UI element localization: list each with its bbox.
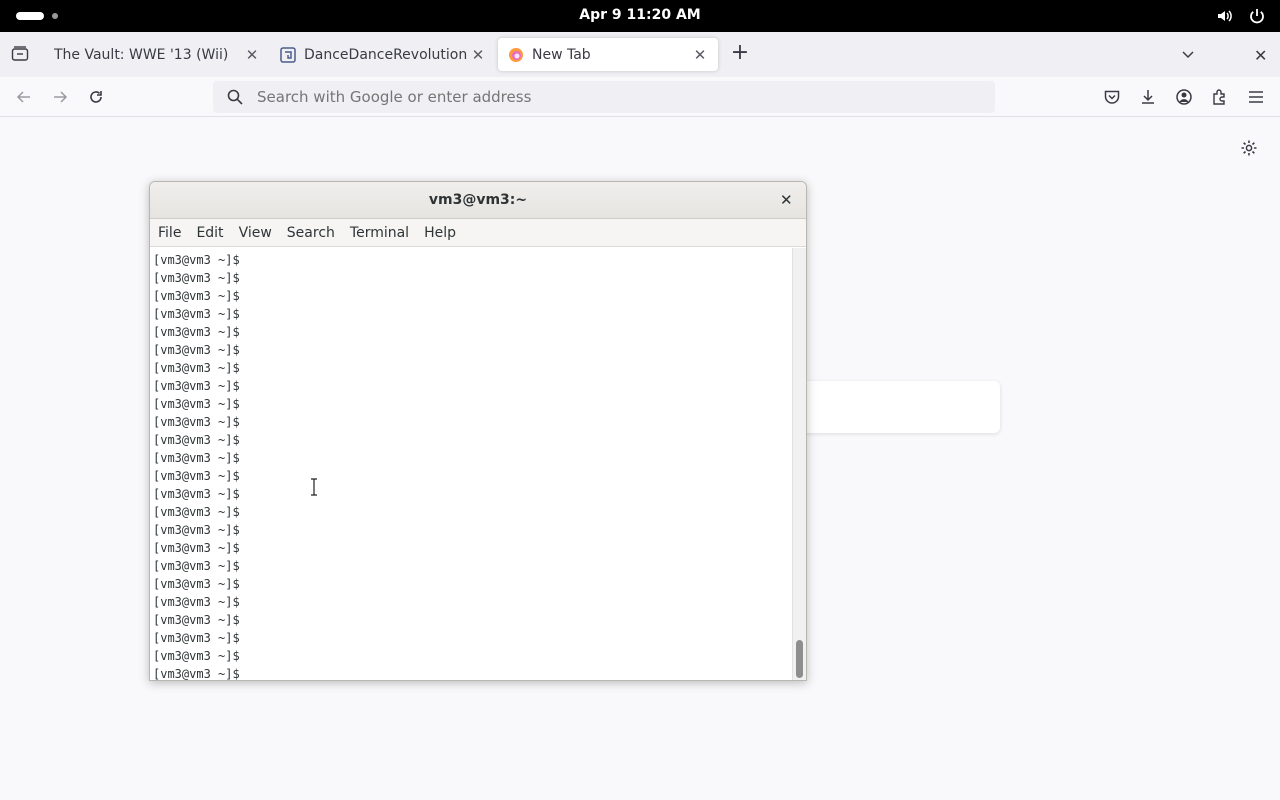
terminal-prompt-line: [vm3@vm3 ~]$ [153, 451, 240, 465]
terminal-output[interactable]: [vm3@vm3 ~]$ [vm3@vm3 ~]$ [vm3@vm3 ~]$ [vm3… [150, 248, 792, 681]
tab-close-icon[interactable]: ✕ [470, 46, 486, 64]
terminal-menubar: File Edit View Search Terminal Help [150, 219, 806, 247]
terminal-prompt-line: [vm3@vm3 ~]$ [153, 523, 240, 537]
address-bar[interactable] [213, 81, 995, 113]
terminal-title: vm3@vm3:~ [428, 192, 528, 208]
system-top-bar: Apr 9 11:20 AM [0, 0, 1280, 32]
tab-vault-wwe13[interactable]: The Vault: WWE '13 (Wii) ✕ [44, 38, 270, 71]
power-icon[interactable] [1248, 7, 1266, 25]
text-cursor-icon [311, 478, 317, 496]
terminal-scrollbar[interactable] [792, 248, 806, 680]
terminal-prompt-line: [vm3@vm3 ~]$ [153, 487, 240, 501]
menu-file[interactable]: File [158, 225, 181, 241]
terminal-prompt-line: [vm3@vm3 ~]$ [153, 361, 240, 375]
volume-icon[interactable] [1216, 7, 1234, 25]
terminal-prompt-line: [vm3@vm3 ~]$ [153, 325, 240, 339]
tab-label: The Vault: WWE '13 (Wii) [54, 46, 229, 63]
list-all-tabs-icon[interactable] [1180, 46, 1196, 62]
terminal-prompt-line: [vm3@vm3 ~]$ [153, 253, 240, 267]
scrollbar-thumb[interactable] [796, 640, 803, 678]
terminal-prompt-line: [vm3@vm3 ~]$ [153, 379, 240, 393]
terminal-prompt-line: [vm3@vm3 ~]$ [153, 343, 240, 357]
forward-arrow-icon[interactable] [51, 88, 69, 106]
menu-hamburger-icon[interactable] [1247, 88, 1265, 106]
newtab-search-box[interactable] [800, 381, 1000, 433]
tab-bar: The Vault: WWE '13 (Wii) ✕ DanceDanceRev… [0, 32, 1280, 77]
clock[interactable]: Apr 9 11:20 AM [0, 7, 1280, 23]
account-icon[interactable] [1175, 88, 1193, 106]
address-input[interactable] [257, 88, 957, 106]
reload-icon[interactable] [87, 88, 105, 106]
tab-label: DanceDanceRevolution II [304, 46, 470, 63]
back-arrow-icon[interactable] [15, 88, 33, 106]
terminal-prompt-line: [vm3@vm3 ~]$ [153, 433, 240, 447]
terminal-close-button[interactable]: ✕ [780, 191, 793, 209]
terminal-window[interactable]: vm3@vm3:~ ✕ File Edit View Search Termin… [149, 181, 807, 681]
menu-terminal[interactable]: Terminal [350, 225, 409, 241]
gear-icon[interactable] [1240, 139, 1258, 157]
terminal-prompt-line: [vm3@vm3 ~]$ [153, 559, 240, 573]
terminal-prompt-line: [vm3@vm3 ~]$ [153, 415, 240, 429]
terminal-prompt-line: [vm3@vm3 ~]$ [153, 469, 240, 483]
terminal-prompt-line: [vm3@vm3 ~]$ [153, 397, 240, 411]
tab-new-tab[interactable]: New Tab ✕ [498, 38, 718, 71]
system-tray[interactable] [1216, 7, 1266, 25]
pocket-icon[interactable] [1103, 88, 1121, 106]
tab-label: New Tab [532, 46, 591, 63]
terminal-titlebar[interactable]: vm3@vm3:~ ✕ [150, 182, 806, 219]
tab-close-icon[interactable]: ✕ [244, 46, 260, 64]
firefox-view-icon[interactable] [11, 46, 29, 62]
terminal-prompt-line: [vm3@vm3 ~]$ [153, 649, 240, 663]
new-tab-button[interactable]: + [729, 42, 751, 65]
terminal-prompt-line: [vm3@vm3 ~]$ [153, 307, 240, 321]
window-close-button[interactable]: ✕ [1254, 46, 1267, 65]
terminal-prompt-line: [vm3@vm3 ~]$ [153, 613, 240, 627]
navigation-toolbar [0, 77, 1280, 117]
extensions-icon[interactable] [1211, 88, 1229, 106]
search-icon [227, 89, 243, 105]
firefox-logo-icon [509, 47, 523, 62]
terminal-prompt-line: [vm3@vm3 ~]$ [153, 289, 240, 303]
downloads-icon[interactable] [1139, 88, 1157, 106]
terminal-prompt-line: [vm3@vm3 ~]$ [153, 631, 240, 645]
tab-close-icon[interactable]: ✕ [692, 46, 708, 64]
terminal-prompt-line: [vm3@vm3 ~]$ [153, 595, 240, 609]
menu-search[interactable]: Search [287, 225, 335, 241]
menu-help[interactable]: Help [424, 225, 456, 241]
menu-view[interactable]: View [239, 225, 272, 241]
terminal-prompt-line: [vm3@vm3 ~]$ [153, 577, 240, 591]
terminal-prompt-line: [vm3@vm3 ~]$ [153, 505, 240, 519]
terminal-prompt-line: [vm3@vm3 ~]$ [153, 667, 240, 681]
terminal-prompt-line: [vm3@vm3 ~]$ [153, 541, 240, 555]
tab-dancedancerevolution[interactable]: DanceDanceRevolution II ✕ [270, 38, 496, 71]
menu-edit[interactable]: Edit [196, 225, 223, 241]
terminal-prompt-line: [vm3@vm3 ~]$ [153, 271, 240, 285]
site-favicon-icon [280, 46, 296, 63]
